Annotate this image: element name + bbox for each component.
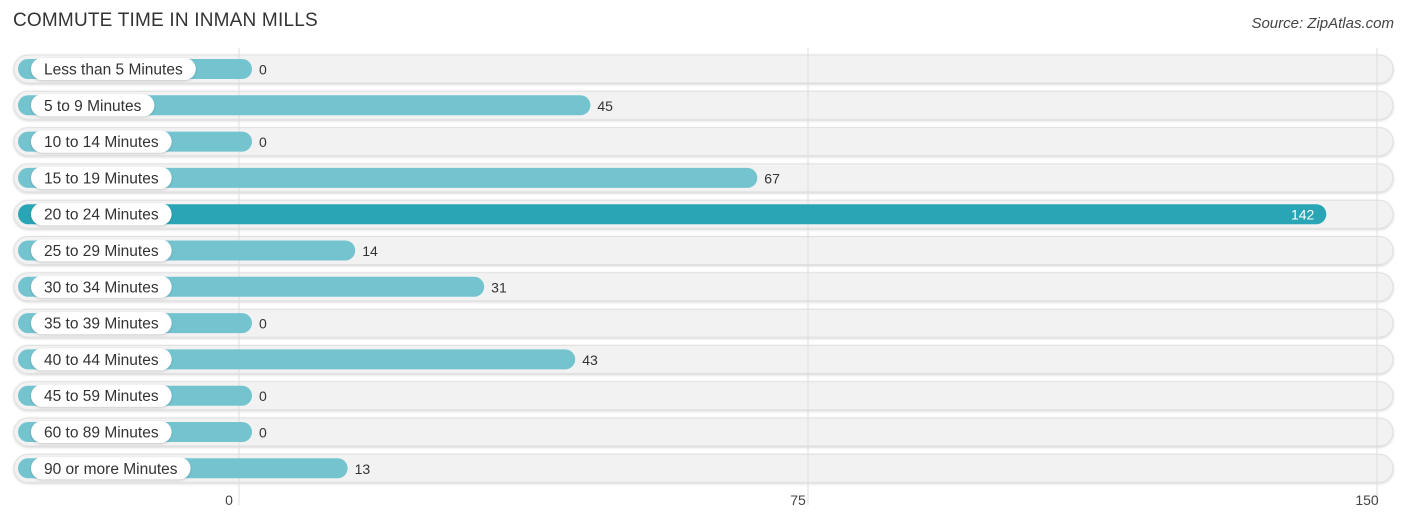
category-label: 40 to 44 Minutes <box>44 352 159 369</box>
category-label: 20 to 24 Minutes <box>44 207 159 224</box>
value-label: 0 <box>259 134 267 150</box>
value-label: 43 <box>582 352 598 368</box>
value-label: 31 <box>491 279 507 295</box>
category-label: 25 to 29 Minutes <box>44 243 159 260</box>
value-label: 14 <box>362 243 378 259</box>
value-label: 0 <box>259 425 267 441</box>
chart-container: COMMUTE TIME IN INMAN MILLS Source: ZipA… <box>0 0 1406 523</box>
category-label: 10 to 14 Minutes <box>44 134 159 151</box>
value-label: 67 <box>764 170 780 186</box>
value-label: 45 <box>597 98 613 114</box>
value-label: 142 <box>1291 207 1315 223</box>
x-tick-label: 0 <box>225 492 233 508</box>
category-label: 45 to 59 Minutes <box>44 388 159 405</box>
category-label: 30 to 34 Minutes <box>44 279 159 296</box>
value-label: 0 <box>259 388 267 404</box>
category-label: 5 to 9 Minutes <box>44 98 142 115</box>
category-label: 90 or more Minutes <box>44 461 178 478</box>
category-label: Less than 5 Minutes <box>44 62 183 79</box>
value-label: 13 <box>355 461 371 477</box>
x-tick-label: 75 <box>790 492 806 508</box>
bar-chart: Less than 5 Minutes 0 5 to 9 Minutes 45 10 t… <box>13 48 1394 508</box>
category-label: 60 to 89 Minutes <box>44 425 159 442</box>
category-label: 15 to 19 Minutes <box>44 170 159 187</box>
bar <box>18 204 1327 225</box>
x-tick-label: 150 <box>1355 492 1379 508</box>
category-label: 35 to 39 Minutes <box>44 316 159 333</box>
value-label: 0 <box>259 316 267 332</box>
value-label: 0 <box>259 62 267 78</box>
